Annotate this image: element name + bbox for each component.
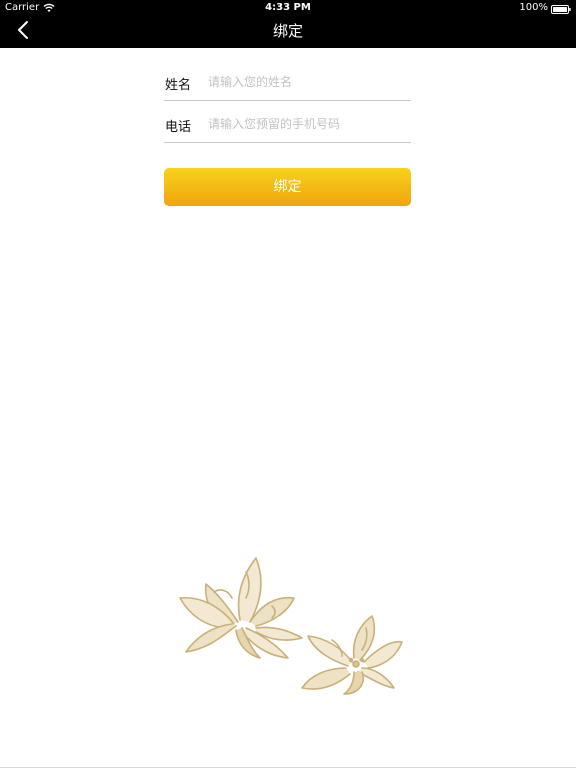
top-bar: Carrier 4:33 PM 100% 绑定: [0, 0, 576, 48]
nav-bar: 绑定: [0, 16, 576, 48]
status-bar: Carrier 4:33 PM 100%: [0, 0, 576, 16]
battery-percent: 100%: [519, 2, 548, 13]
phone-input[interactable]: [208, 113, 408, 135]
battery-icon: [551, 4, 571, 14]
battery-group: 100%: [519, 0, 571, 16]
page-title: 绑定: [272, 22, 303, 40]
name-row: 姓名: [164, 64, 411, 101]
phone-row: 电话: [164, 106, 411, 143]
phone-label: 电话: [165, 120, 192, 135]
bind-button[interactable]: 绑定: [164, 168, 411, 206]
status-time: 4:33 PM: [265, 2, 311, 13]
magnolia-flowers-illustration: [176, 552, 406, 696]
name-label: 姓名: [165, 78, 192, 93]
name-input[interactable]: [208, 71, 408, 93]
